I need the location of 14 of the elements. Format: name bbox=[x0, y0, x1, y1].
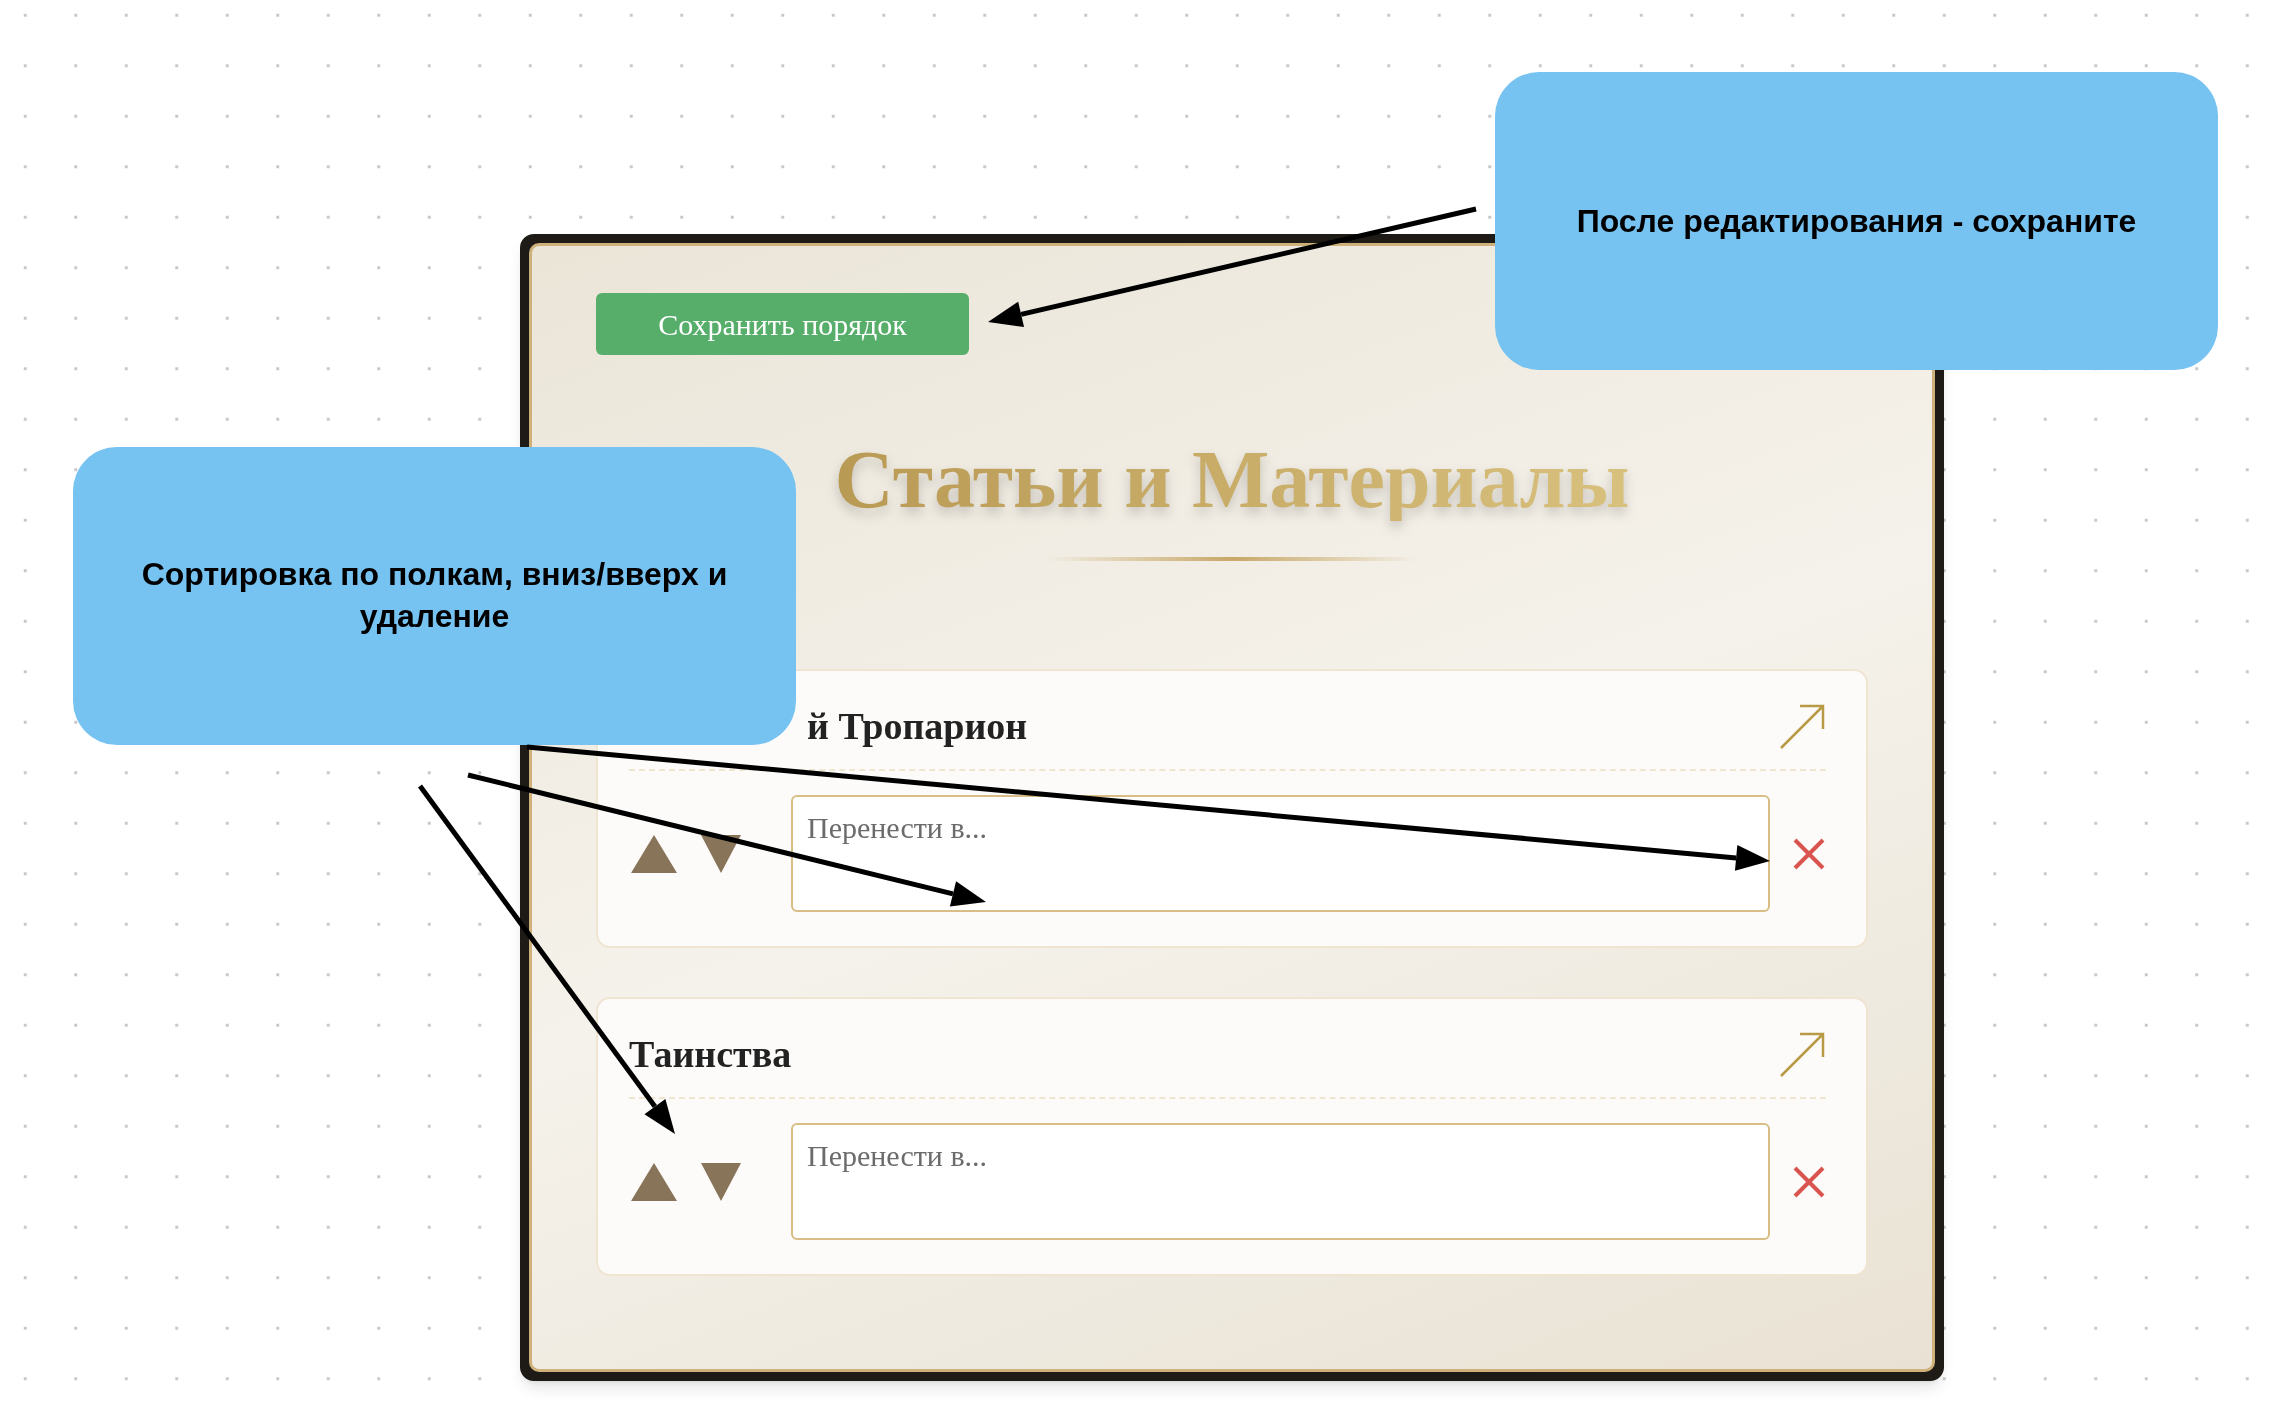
diagonal-arrow-icon[interactable] bbox=[1778, 1031, 1826, 1079]
close-icon[interactable] bbox=[1792, 1164, 1826, 1199]
note-text: Сортировка по полкам, вниз/вверх и удаление bbox=[140, 555, 729, 636]
move-to-field[interactable]: Перенести в... bbox=[791, 1123, 1770, 1240]
note-text: После редактирования - сохраните bbox=[1576, 202, 2137, 241]
move-to-field[interactable]: Перенести в... bbox=[791, 795, 1770, 912]
up-triangle-icon[interactable] bbox=[631, 1162, 677, 1201]
diagonal-arrow-icon[interactable] bbox=[1778, 703, 1826, 751]
close-icon[interactable] bbox=[1792, 836, 1826, 871]
up-triangle-icon[interactable] bbox=[631, 834, 677, 873]
down-triangle-icon[interactable] bbox=[701, 834, 741, 873]
shelf-title: Таинства bbox=[629, 1032, 792, 1078]
shelf-title: й Тропарион bbox=[806, 704, 1028, 750]
save-order-button[interactable]: Сохранить порядок bbox=[596, 293, 969, 355]
